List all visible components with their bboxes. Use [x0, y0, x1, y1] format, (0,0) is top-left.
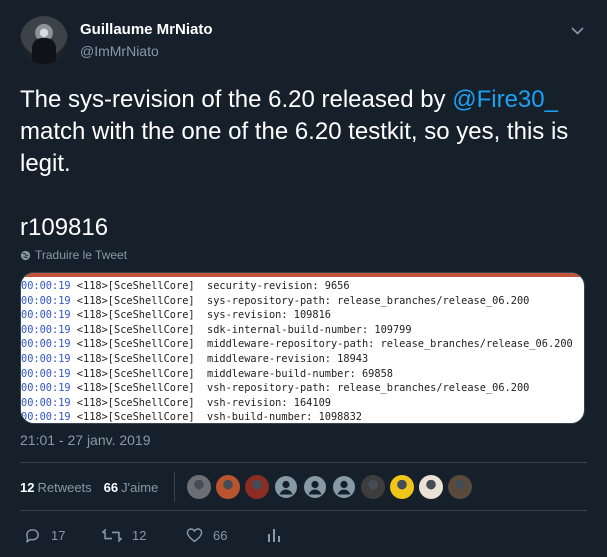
retweet-count: 12 — [132, 527, 147, 543]
log-timestamp: 00:00:19 — [21, 323, 71, 336]
default-egg-avatar[interactable] — [274, 475, 299, 499]
retweets-stat[interactable]: 12 Retweets — [20, 480, 92, 495]
log-line: 00:00:19 <118>[SceShellCore] middleware-… — [21, 367, 584, 382]
default-egg-avatar[interactable] — [332, 475, 357, 499]
log-text: <118>[SceShellCore] middleware-build-num… — [70, 367, 393, 380]
globe-icon — [20, 250, 31, 260]
log-timestamp: 00:00:19 — [21, 352, 71, 365]
tweet-actions: 17 12 66 — [20, 520, 587, 550]
portrait-avatar[interactable] — [448, 475, 473, 499]
log-line: 00:00:19 <118>[SceShellCore] middleware-… — [21, 352, 584, 367]
log-timestamp: 00:00:19 — [21, 280, 71, 292]
log-timestamp: 00:00:19 — [21, 396, 71, 409]
mention-link[interactable]: @Fire30_ — [452, 86, 558, 113]
log-text: <118>[SceShellCore] middleware-revision:… — [70, 352, 369, 365]
chevron-down-icon[interactable] — [570, 24, 584, 38]
like-count: 66 — [213, 527, 228, 543]
retweets-count: 12 — [20, 479, 35, 495]
likes-label: J'aime — [121, 479, 159, 495]
redhead-avatar[interactable] — [216, 475, 241, 499]
likes-count: 66 — [103, 479, 119, 495]
cartoon-avatar[interactable] — [419, 475, 444, 499]
retweets-label: Retweets — [37, 479, 92, 495]
log-text: <118>[SceShellCore] vsh-repository-path:… — [70, 382, 530, 395]
likes-stat[interactable]: 66 J'aime — [104, 480, 159, 495]
log-timestamp: 00:00:19 — [21, 382, 71, 395]
log-timestamp: 00:00:19 — [21, 411, 71, 424]
liker-avatars — [187, 475, 473, 499]
tweet-text-part: The sys-revision of the 6.20 released by — [20, 86, 453, 113]
log-text: <118>[SceShellCore] sys-revision: 109816 — [70, 309, 331, 322]
translate-label: Traduire le Tweet — [35, 248, 128, 262]
engagement-stats: 12 Retweets 66 J'aime — [20, 472, 473, 502]
log-line: 00:00:19 <118>[SceShellCore] vsh-revisio… — [21, 396, 584, 411]
stats-separator — [174, 472, 176, 502]
retweet-icon — [102, 528, 122, 542]
retweet-button[interactable]: 12 — [102, 527, 146, 544]
hand-avatar[interactable] — [245, 475, 270, 499]
bar-chart-icon — [268, 529, 280, 542]
divider — [20, 510, 587, 511]
attached-image[interactable]: 00:00:19 <118>[SceShellCore] security-re… — [20, 272, 585, 424]
like-button[interactable]: 66 — [186, 527, 227, 543]
log-text: <118>[SceShellCore] vsh-build-number: 10… — [70, 411, 362, 424]
log-text: <118>[SceShellCore] middleware-repositor… — [70, 338, 573, 351]
log-line: 00:00:19 <118>[SceShellCore] vsh-reposit… — [21, 381, 584, 396]
tweet-text: The sys-revision of the 6.20 released by… — [20, 84, 590, 244]
wolf-avatar[interactable] — [187, 475, 212, 499]
divider — [20, 462, 587, 463]
reply-icon — [26, 528, 39, 543]
log-line: 00:00:19 <118>[SceShellCore] security-re… — [21, 279, 584, 294]
log-timestamp: 00:00:19 — [21, 309, 71, 322]
log-timestamp: 00:00:19 — [21, 294, 71, 307]
tweet-header: Guillaume MrNiato @ImMrNiato — [20, 14, 590, 64]
log-timestamp: 00:00:19 — [21, 338, 71, 351]
log-text: <118>[SceShellCore] vsh-revision: 164109 — [70, 396, 331, 409]
log-line: 00:00:19 <118>[SceShellCore] middleware-… — [21, 337, 584, 352]
log-text: <118>[SceShellCore] sys-repository-path:… — [70, 294, 530, 307]
emoji-avatar[interactable] — [390, 475, 415, 499]
person-avatar[interactable] — [361, 475, 386, 499]
log-line: 00:00:19 <118>[SceShellCore] sdk-interna… — [21, 323, 584, 338]
log-text: <118>[SceShellCore] security-revision: 9… — [70, 280, 350, 292]
tweet-timestamp[interactable]: 21:01 - 27 janv. 2019 — [20, 432, 151, 448]
log-timestamp: 00:00:19 — [21, 367, 71, 380]
log-line: 00:00:19 <118>[SceShellCore] vsh-build-n… — [21, 410, 584, 424]
author-name[interactable]: Guillaume MrNiato — [80, 21, 213, 38]
log-line: 00:00:19 <118>[SceShellCore] sys-reposit… — [21, 294, 584, 309]
reply-button[interactable]: 17 — [24, 527, 65, 544]
author-avatar[interactable] — [20, 16, 68, 64]
log-output: 00:00:19 <118>[SceShellCore] security-re… — [21, 277, 584, 424]
analytics-button[interactable] — [266, 527, 282, 543]
heart-icon — [186, 528, 203, 543]
log-text: <118>[SceShellCore] sdk-internal-build-n… — [70, 323, 412, 336]
default-egg-avatar[interactable] — [303, 475, 328, 499]
log-line: 00:00:19 <118>[SceShellCore] sys-revisio… — [21, 308, 584, 323]
translate-tweet-link[interactable]: Traduire le Tweet — [20, 248, 127, 262]
reply-count: 17 — [51, 527, 66, 543]
author-handle[interactable]: @ImMrNiato — [80, 43, 159, 59]
